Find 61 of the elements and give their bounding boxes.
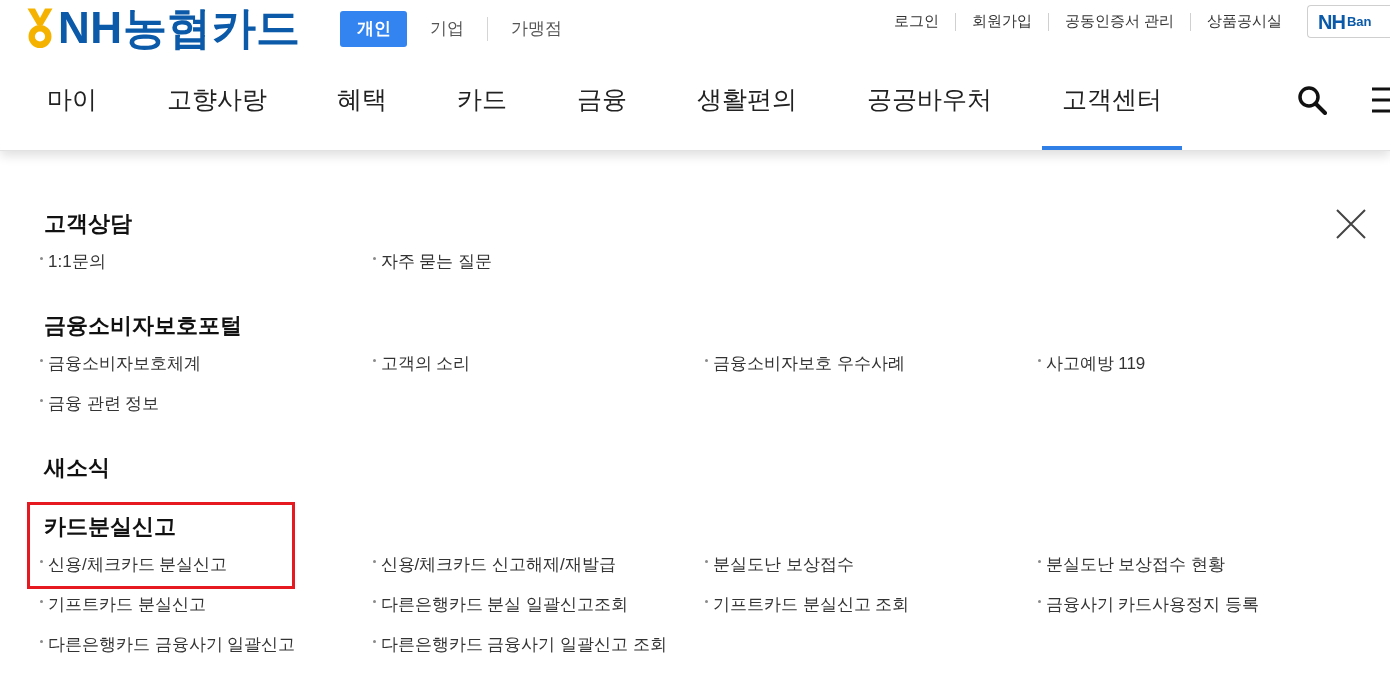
- segment-tab[interactable]: 기업: [407, 11, 487, 47]
- bullet-icon: [372, 600, 376, 603]
- section-heading: 금융소비자보호포털: [44, 312, 242, 340]
- menu-link[interactable]: 금융사기 카드사용정지 등록: [1037, 592, 1259, 618]
- nav-tab[interactable]: 고향사랑: [147, 60, 287, 150]
- menu-link[interactable]: 분실도난 보상접수: [705, 552, 854, 578]
- bullet-icon: [372, 359, 376, 362]
- menu-icon[interactable]: [1372, 87, 1390, 113]
- nav-tab[interactable]: 금융: [557, 60, 647, 150]
- bank-link-label: Ban: [1346, 15, 1372, 28]
- bullet-icon: [40, 359, 43, 362]
- bullet-icon: [40, 257, 43, 260]
- bullet-icon: [40, 600, 43, 603]
- bank-link-button[interactable]: NH Ban: [1307, 5, 1390, 38]
- bullet-icon: [1037, 600, 1041, 603]
- menu-link[interactable]: 기프트카드 분실신고 조회: [705, 592, 910, 618]
- bullet-icon: [1037, 560, 1041, 563]
- menu-link[interactable]: 다른은행카드 금융사기 일괄신고: [40, 632, 296, 658]
- utility-link[interactable]: 로그인: [893, 10, 939, 33]
- section-heading: 카드분실신고: [44, 513, 176, 541]
- menu-link[interactable]: 신용/체크카드 분실신고: [40, 552, 228, 578]
- segment-tab[interactable]: 개인: [340, 11, 407, 47]
- menu-link[interactable]: 1:1문의: [40, 249, 106, 275]
- bullet-icon: [40, 560, 43, 563]
- nav-tab[interactable]: 혜택: [317, 60, 407, 150]
- nav-tab[interactable]: 생활편의: [677, 60, 817, 150]
- menu-link[interactable]: 다른은행카드 금융사기 일괄신고 조회: [372, 632, 667, 658]
- bullet-icon: [372, 257, 376, 260]
- menu-link[interactable]: 금융 관련 정보: [40, 391, 160, 417]
- bullet-icon: [40, 399, 43, 402]
- bullet-icon: [372, 640, 376, 643]
- section-heading: 고객상담: [44, 210, 132, 238]
- bank-link-label: NH: [1318, 11, 1345, 32]
- bullet-icon: [705, 359, 708, 362]
- nav-tab[interactable]: 마이: [27, 60, 117, 150]
- bullet-icon: [705, 600, 708, 603]
- menu-link[interactable]: 신용/체크카드 신고해제/재발급: [372, 552, 616, 578]
- menu-link[interactable]: 사고예방 119: [1037, 351, 1146, 377]
- bullet-icon: [372, 560, 376, 563]
- section-heading: 새소식: [44, 454, 110, 482]
- segment-tab[interactable]: 가맹점: [488, 11, 585, 47]
- bullet-icon: [40, 640, 43, 643]
- menu-link[interactable]: 기프트카드 분실신고: [40, 592, 206, 618]
- nav-tab[interactable]: 공공바우처: [847, 60, 1012, 150]
- menu-link[interactable]: 금융소비자보호 우수사례: [705, 351, 905, 377]
- menu-link[interactable]: 금융소비자보호체계: [40, 351, 201, 377]
- menu-link[interactable]: 분실도난 보상접수 현황: [1037, 552, 1225, 578]
- utility-link[interactable]: 공동인증서 관리: [1064, 10, 1174, 33]
- menu-link[interactable]: 고객의 소리: [372, 351, 471, 377]
- menu-link[interactable]: 자주 묻는 질문: [372, 249, 492, 275]
- utility-link[interactable]: 회원가입: [971, 10, 1032, 33]
- utility-link[interactable]: 상품공시실: [1207, 10, 1282, 33]
- bullet-icon: [705, 560, 708, 563]
- search-icon[interactable]: [1297, 85, 1327, 115]
- bullet-icon: [1037, 359, 1041, 362]
- nav-tab[interactable]: 고객센터: [1042, 60, 1182, 150]
- logo-emblem-icon: [27, 8, 53, 48]
- menu-link[interactable]: 다른은행카드 분실 일괄신고조회: [372, 592, 628, 618]
- logo-wordmark[interactable]: NH농협카드: [58, 6, 301, 50]
- close-icon[interactable]: [1336, 209, 1366, 239]
- nav-tab[interactable]: 카드: [437, 60, 527, 150]
